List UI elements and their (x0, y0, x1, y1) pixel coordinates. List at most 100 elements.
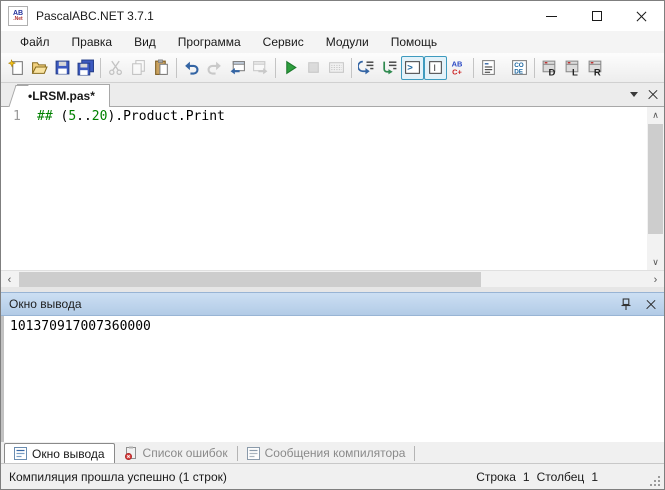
close-button[interactable] (619, 1, 664, 31)
arrow-to-lines-button-1[interactable] (355, 56, 378, 80)
console-window-icon: > (405, 61, 420, 74)
scroll-left-arrow-icon[interactable]: ‹ (1, 271, 18, 288)
app-window: AB .Net PascalABC.NET 3.7.1 Файл Правка … (0, 0, 665, 490)
toolbar-separator (473, 57, 474, 78)
menu-help[interactable]: Помощь (380, 32, 448, 52)
pad-r-letter: R (594, 67, 601, 76)
vertical-scroll-thumb[interactable] (648, 124, 663, 234)
checklist-icon (482, 60, 495, 75)
abc-bottom-text: C+ (452, 67, 462, 76)
toolbar: > I AB C+ CO DE D L R (1, 53, 664, 83)
checklist-button[interactable] (477, 56, 500, 80)
horizontal-scroll-thumb[interactable] (19, 272, 481, 287)
new-file-button[interactable] (5, 56, 28, 80)
copy-button (127, 56, 150, 80)
scroll-up-arrow-icon[interactable]: ∧ (647, 107, 664, 123)
input-cursor-toggle-button[interactable]: I (424, 55, 447, 80)
menu-bar: Файл Правка Вид Программа Сервис Модули … (1, 31, 664, 53)
output-window-icon (14, 447, 27, 460)
toolbar-separator (351, 57, 352, 78)
menu-view[interactable]: Вид (123, 32, 167, 52)
stop-button (302, 56, 325, 80)
pad-d-button[interactable]: D (538, 56, 561, 80)
ibeam-glyph: I (433, 63, 436, 74)
run-button[interactable] (279, 56, 302, 80)
pin-icon[interactable] (620, 297, 632, 311)
ibeam-window-icon: I (429, 61, 442, 74)
window-title: PascalABC.NET 3.7.1 (36, 9, 154, 23)
paste-button[interactable] (150, 56, 173, 80)
cut-button (104, 56, 127, 80)
scroll-down-arrow-icon[interactable]: ∨ (647, 254, 664, 270)
menu-file[interactable]: Файл (9, 32, 61, 52)
copy-pages-icon (132, 60, 145, 75)
minimize-icon (546, 15, 557, 17)
status-bar: Компиляция прошла успешно (1 строк) Стро… (1, 463, 664, 489)
menu-service[interactable]: Сервис (252, 32, 315, 52)
run-play-icon (286, 60, 297, 75)
redo-icon (207, 61, 221, 75)
console-glyph: > (407, 63, 413, 74)
close-output-panel-icon[interactable] (646, 299, 656, 309)
caret-position: Строка 1 Столбец 1 (476, 470, 598, 484)
save-floppy-icon (55, 60, 70, 75)
save-button[interactable] (51, 56, 74, 80)
abc-snippet-button[interactable]: AB C+ (447, 56, 470, 80)
toolbar-separator (176, 57, 177, 78)
code-view-icon: CO DE (512, 60, 527, 75)
save-all-button[interactable] (74, 56, 97, 80)
arrow-into-lines-icon (383, 61, 397, 75)
compiler-messages-icon (246, 446, 260, 460)
maximize-button[interactable] (574, 1, 619, 31)
code-number-from: 5 (68, 109, 77, 124)
resize-grip[interactable] (650, 475, 661, 486)
menu-modules[interactable]: Модули (315, 32, 380, 52)
close-icon (635, 10, 648, 23)
pad-r-icon: R (588, 60, 602, 76)
editor-vertical-scrollbar[interactable]: ∧ ∨ (647, 107, 664, 270)
app-logo-icon: AB .Net (8, 6, 28, 26)
line-number: 1 (13, 109, 21, 124)
editor-horizontal-scrollbar[interactable]: ‹ › (1, 270, 664, 287)
tab-label: •LRSM.pas* (28, 89, 95, 103)
close-tab-icon[interactable] (648, 90, 658, 100)
abc-plus-icon: AB C+ (452, 59, 463, 76)
tab-error-list-label: Список ошибок (142, 446, 228, 460)
pad-r-button[interactable]: R (584, 56, 607, 80)
toolbar-separator (275, 57, 276, 78)
code-editor[interactable]: ## (5..20).Product.Print (31, 107, 647, 270)
minimize-button[interactable] (529, 1, 574, 31)
pad-l-button[interactable]: L (561, 56, 584, 80)
arrow-to-lines-icon (358, 60, 374, 75)
menu-program[interactable]: Программа (167, 32, 252, 52)
undo-button[interactable] (180, 56, 203, 80)
tab-strip-controls (630, 83, 664, 106)
console-output-toggle-button[interactable]: > (401, 55, 424, 80)
save-all-icon (77, 59, 94, 76)
code-punct-1: ( (52, 109, 69, 124)
status-message: Компиляция прошла успешно (1 строк) (9, 469, 227, 484)
open-file-button[interactable] (28, 56, 51, 80)
navigate-forward-window-button (249, 56, 272, 80)
output-panel-title: Окно вывода (9, 297, 82, 311)
code-view-button[interactable]: CO DE (508, 56, 531, 80)
scroll-right-arrow-icon[interactable]: › (647, 271, 664, 288)
navigate-back-window-button[interactable] (226, 56, 249, 80)
toolbar-separator (534, 57, 535, 78)
tab-output-window-label: Окно вывода (32, 446, 105, 461)
open-folder-icon (31, 62, 48, 74)
arrow-to-lines-button-2[interactable] (378, 56, 401, 80)
code-bottom-text: DE (514, 68, 523, 75)
tab-output-window[interactable]: Окно вывода (4, 443, 115, 463)
tab-list-dropdown-icon[interactable] (630, 92, 638, 97)
tab-error-list[interactable]: Список ошибок (115, 443, 237, 463)
editor-region: 1 ## (5..20).Product.Print ∧ ∨ (1, 107, 664, 270)
editor-tab-strip: •LRSM.pas* (1, 83, 664, 107)
title-bar: AB .Net PascalABC.NET 3.7.1 (1, 1, 664, 31)
app-logo-text-bottom: .Net (13, 16, 23, 22)
bottom-tab-separator (414, 446, 416, 461)
bottom-tab-bar: Окно вывода Список ошибок Сообщения комп… (1, 442, 664, 463)
tab-compiler-messages[interactable]: Сообщения компилятора (238, 443, 415, 463)
tab-lrsm-pas[interactable]: •LRSM.pas* (17, 84, 110, 107)
menu-edit[interactable]: Правка (61, 32, 124, 52)
